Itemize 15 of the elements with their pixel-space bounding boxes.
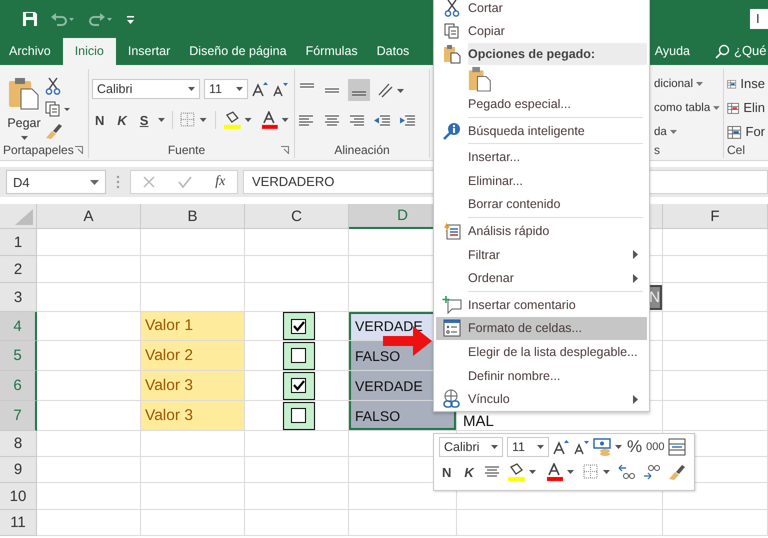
table-cell-text: Valor 1 (144, 317, 193, 335)
cell-text: VERDADE (354, 318, 423, 334)
group-label: Fuente (168, 143, 206, 157)
group-label: Cel (727, 143, 746, 157)
table-cell-text: Valor 3 (144, 406, 193, 424)
group-label: s (654, 143, 660, 157)
group-label: Portapapeles (3, 143, 74, 157)
cell-text: VERDADE (354, 378, 423, 394)
group-label: Alineación (334, 143, 390, 157)
menu-heading: Opciones de pegado: (468, 47, 596, 62)
table-cell-text: Valor 2 (144, 346, 193, 364)
table-cell-text: MAL (462, 414, 494, 430)
table-cell-text: Valor 3 (144, 376, 193, 394)
cell-text: FALSO (354, 408, 400, 424)
cell-text: FALSO (354, 348, 400, 364)
